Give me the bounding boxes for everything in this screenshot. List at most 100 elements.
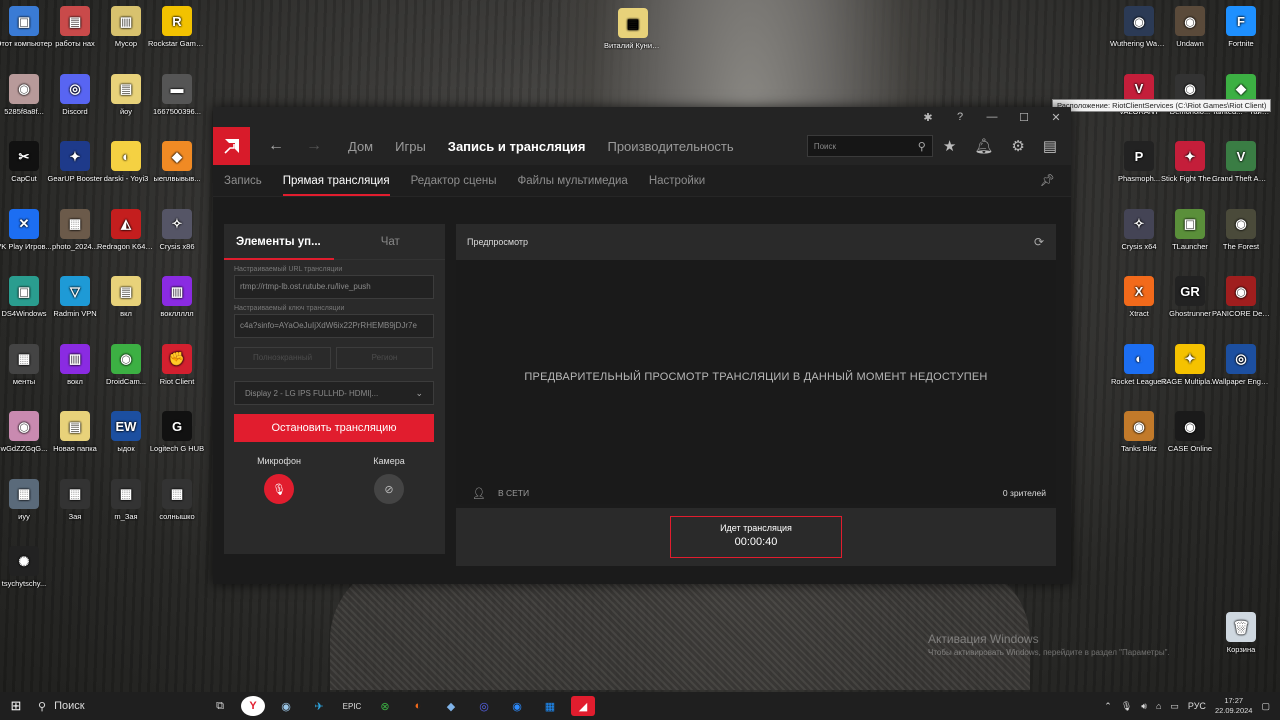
nav-games[interactable]: Игры xyxy=(395,129,426,164)
microphone-icon[interactable]: 🎙︎ xyxy=(264,474,294,504)
mic-tray-icon[interactable]: 🎙︎ xyxy=(1121,701,1132,712)
fullscreen-button[interactable]: Полноэкранный xyxy=(234,347,331,369)
discord-icon[interactable]: ◎ xyxy=(472,696,496,716)
tab-live-stream[interactable]: Прямая трансляция xyxy=(282,167,390,196)
desktop-icon[interactable]: P Phasmoph... xyxy=(1110,141,1168,183)
desktop-icon[interactable]: ▦ m_Зая xyxy=(97,478,155,521)
windows-start-icon[interactable]: ⊞ xyxy=(0,698,32,714)
stop-stream-button[interactable]: Остановить трансляцию xyxy=(234,414,434,442)
tab-scene-editor[interactable]: Редактор сцены xyxy=(411,167,497,195)
nav-home[interactable]: Дом xyxy=(348,129,373,164)
taskview-icon[interactable]: ⧉ xyxy=(208,696,232,716)
back-arrow-icon[interactable]: ← xyxy=(264,137,288,155)
taskbar-search[interactable]: ⚲ Поиск xyxy=(38,700,168,713)
microphone-control[interactable]: Микрофон 🎙︎ xyxy=(224,456,334,504)
bell-icon[interactable]: 🔔︎ xyxy=(974,137,993,155)
desktop-icon[interactable]: ✊ Riot Client xyxy=(148,343,206,386)
volume-icon[interactable]: 🔊︎ xyxy=(1141,701,1147,712)
network-icon[interactable]: ⌂ xyxy=(1156,701,1161,711)
tab-chat[interactable]: Чат xyxy=(381,226,400,258)
desktop-icon[interactable]: ▥ Мусор xyxy=(97,6,155,48)
desktop-icon[interactable]: ▽ Radmin VPN xyxy=(46,276,104,318)
tab-record[interactable]: Запись xyxy=(224,167,262,195)
epic-games-icon[interactable]: EPIC xyxy=(340,696,364,716)
desktop-icon[interactable]: ◎ Wallpaper Engine xyxy=(1212,343,1270,386)
clock[interactable]: 17:27 22.09.2024 xyxy=(1215,696,1253,716)
xbox-icon[interactable]: ⊗ xyxy=(373,696,397,716)
desktop-icon[interactable]: ✦ GearUP Booster xyxy=(46,141,104,183)
desktop-icon[interactable]: ▤ вкл xyxy=(97,276,155,318)
camera-off-icon[interactable]: ⊘ xyxy=(374,474,404,504)
help-icon[interactable]: ? xyxy=(951,111,969,123)
desktop-icon[interactable]: V Grand Theft Auto V xyxy=(1212,141,1270,183)
desktop-icon[interactable]: ▤ работы нах xyxy=(46,6,104,48)
desktop-icon[interactable]: R Rockstar Games ... xyxy=(148,6,206,48)
desktop-icon[interactable]: ▥ вокл xyxy=(46,343,104,386)
battery-icon[interactable]: ▭ xyxy=(1170,701,1179,712)
bug-icon[interactable]: ✱ xyxy=(919,111,937,124)
close-icon[interactable]: ✕ xyxy=(1047,111,1065,124)
desktop-icon[interactable]: ◉ PANICORE Demo xyxy=(1212,276,1270,318)
desktop-icon[interactable]: ◉ Undawn xyxy=(1161,6,1219,48)
amd-logo[interactable] xyxy=(213,127,250,165)
desktop-icon[interactable]: ▥ вокллллл xyxy=(148,276,206,318)
desktop-icon[interactable]: ◉ The Forest xyxy=(1212,208,1270,251)
vpn-icon[interactable]: ◆ xyxy=(439,696,463,716)
desktop-icon[interactable]: G Logitech G HUB xyxy=(148,411,206,453)
store-icon[interactable]: ▦ xyxy=(538,696,562,716)
desktop-icon[interactable]: ▬ 1667500396... xyxy=(148,73,206,116)
desktop-icon[interactable]: ▦ photo_2024... xyxy=(46,208,104,251)
desktop-icon[interactable]: ✦ Stick Fight The Game xyxy=(1161,141,1219,183)
display-select[interactable]: Display 2 - LG IPS FULLHD- HDMI|... ⌄ xyxy=(234,381,434,405)
desktop-icon[interactable]: ▣ TLauncher xyxy=(1161,208,1219,251)
refresh-icon[interactable]: ⟳ xyxy=(1034,235,1044,249)
tray-chevron-icon[interactable]: ⌃ xyxy=(1104,701,1112,712)
stream-url-field[interactable]: rtmp://rtmp-lb.ost.rutube.ru/live_push xyxy=(234,275,434,299)
zoom-icon[interactable]: ◉ xyxy=(505,696,529,716)
desktop-icon[interactable]: X Xtract xyxy=(1110,276,1168,318)
minimize-icon[interactable]: — xyxy=(983,111,1001,123)
yandex-browser-icon[interactable]: Y xyxy=(241,696,265,716)
forward-arrow-icon[interactable]: → xyxy=(302,137,326,155)
desktop-icon[interactable]: ◉ DroidCam... xyxy=(97,343,155,386)
desktop-icon[interactable]: ◎ Discord xyxy=(46,73,104,116)
pin-icon[interactable]: 📌︎ xyxy=(1040,173,1055,187)
language-indicator[interactable]: РУС xyxy=(1188,701,1206,711)
panel-icon[interactable]: ▤ xyxy=(1043,137,1057,155)
desktop-icon[interactable]: EW ыдок xyxy=(97,411,155,453)
desktop-icon[interactable]: 🗑 Корзина xyxy=(1212,612,1270,654)
firefox-icon[interactable]: ◐ xyxy=(406,696,430,716)
notification-icon[interactable]: ▢ xyxy=(1261,701,1270,712)
region-button[interactable]: Регион xyxy=(336,347,433,369)
desktop-icon[interactable]: ◉ Wuthering Waves xyxy=(1110,6,1168,48)
desktop-icon[interactable]: ✺ tsychytschy... xyxy=(0,546,53,588)
stream-key-field[interactable]: c4a?sinfo=AYaOeJuIjXdW6ix22PrRHEMB9jDJr7… xyxy=(234,314,434,338)
desktop-icon[interactable]: ◭ Redragon K644CGO-... xyxy=(97,208,155,251)
nav-performance[interactable]: Производительность xyxy=(607,129,733,164)
desktop-icon[interactable]: ▦ Зая xyxy=(46,478,104,521)
tab-settings[interactable]: Настройки xyxy=(649,167,705,195)
desktop-icon[interactable]: ◐ Rocket League® xyxy=(1110,343,1168,386)
camera-control[interactable]: Камера ⊘ xyxy=(334,456,444,504)
desktop-icon[interactable]: ◐ darski - Yoyi3 xyxy=(97,141,155,183)
tab-controls[interactable]: Элементы уп... xyxy=(236,226,321,258)
desktop-icon[interactable]: ◉ Tanks Blitz xyxy=(1110,411,1168,453)
desktop-icon-folder[interactable]: ▤ Виталий Куницын xyxy=(604,8,662,50)
desktop-icon[interactable]: ◆ ыеплвывыв... xyxy=(148,141,206,183)
amd-taskbar-icon[interactable]: ◢ xyxy=(571,696,595,716)
desktop-icon[interactable]: GR Ghostrunner xyxy=(1161,276,1219,318)
desktop-icon[interactable]: ✧ Crysis x86 xyxy=(148,208,206,251)
desktop-icon[interactable]: ✦ RAGE Multiplayer xyxy=(1161,343,1219,386)
maximize-icon[interactable]: ☐ xyxy=(1015,111,1033,124)
desktop-icon[interactable]: ▤ йоу xyxy=(97,73,155,116)
tab-media-files[interactable]: Файлы мультимедиа xyxy=(517,167,627,195)
star-icon[interactable]: ★ xyxy=(943,137,956,155)
nav-record-stream[interactable]: Запись и трансляция xyxy=(448,129,586,164)
search-input[interactable]: Поиск ⚲ xyxy=(806,135,933,157)
desktop-icon[interactable]: ✧ Crysis x64 xyxy=(1110,208,1168,251)
telegram-icon[interactable]: ✈ xyxy=(307,696,331,716)
desktop-icon[interactable]: F Fortnite xyxy=(1212,6,1270,48)
steam-icon[interactable]: ◉ xyxy=(274,696,298,716)
desktop-icon[interactable]: ▦ солнышко xyxy=(148,478,206,521)
desktop-icon[interactable]: ◉ CASE Online xyxy=(1161,411,1219,453)
